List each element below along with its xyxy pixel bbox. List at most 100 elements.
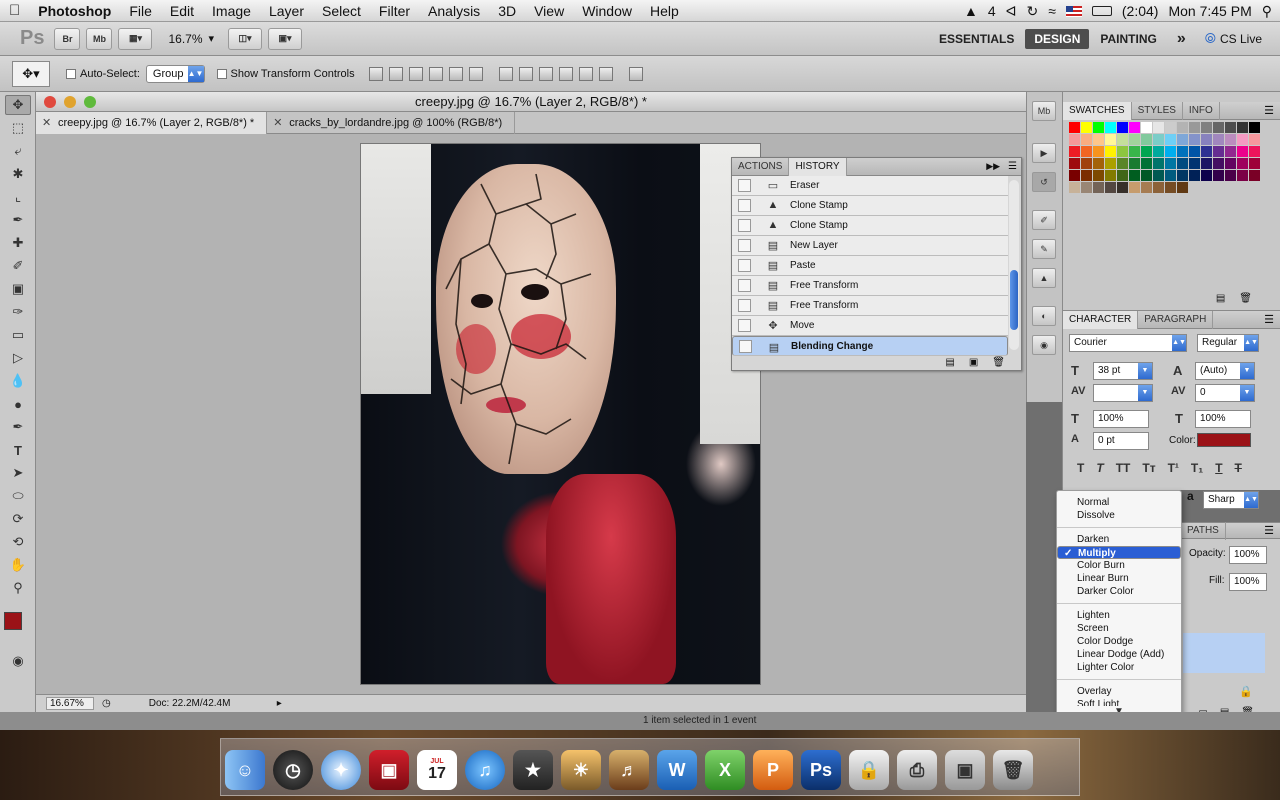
blend-lighter-color[interactable]: Lighter Color bbox=[1057, 661, 1181, 674]
color-swatch[interactable] bbox=[1165, 170, 1176, 181]
color-swatch[interactable] bbox=[1249, 170, 1260, 181]
menu-view[interactable]: View bbox=[525, 0, 573, 22]
close-tab-icon[interactable]: ✕ bbox=[273, 112, 282, 134]
history-scrollbar[interactable] bbox=[1009, 180, 1019, 350]
distribute-left-icon[interactable] bbox=[558, 66, 573, 81]
blend-screen[interactable]: Screen bbox=[1057, 622, 1181, 635]
blend-darker-color[interactable]: Darker Color bbox=[1057, 585, 1181, 598]
color-swatch[interactable] bbox=[1177, 170, 1188, 181]
panel-menu-icon[interactable]: ☰ bbox=[1264, 104, 1274, 117]
subscript-icon[interactable]: T₁ bbox=[1191, 461, 1203, 475]
color-swatch[interactable] bbox=[1141, 146, 1152, 157]
color-swatch[interactable] bbox=[1141, 170, 1152, 181]
color-swatch[interactable] bbox=[1141, 122, 1152, 133]
pen-tool-icon[interactable]: ✒ bbox=[5, 417, 31, 437]
tab-cracks[interactable]: ✕ cracks_by_lordandre.jpg @ 100% (RGB/8*) bbox=[267, 111, 516, 134]
menu-edit[interactable]: Edit bbox=[161, 0, 203, 22]
small-caps-icon[interactable]: Tт bbox=[1142, 461, 1155, 475]
flag-icon[interactable] bbox=[1065, 5, 1082, 17]
faux-bold-icon[interactable]: T bbox=[1077, 461, 1084, 475]
color-swatch[interactable] bbox=[1081, 122, 1092, 133]
color-swatch[interactable] bbox=[1165, 122, 1176, 133]
collapse-panel-icon[interactable]: ▶▶ bbox=[986, 161, 1000, 172]
color-swatch[interactable] bbox=[1177, 134, 1188, 145]
workspace-painting[interactable]: PAINTING bbox=[1091, 29, 1165, 49]
superscript-icon[interactable]: T¹ bbox=[1168, 461, 1179, 475]
underline-icon[interactable]: T bbox=[1215, 461, 1222, 475]
trash-icon[interactable]: 🗑 bbox=[993, 750, 1033, 790]
menubar-clock[interactable]: Mon 7:45 PM bbox=[1168, 0, 1251, 22]
move-tool-icon[interactable]: ✥ bbox=[5, 95, 31, 115]
kerning-field[interactable]: ▼ bbox=[1093, 384, 1153, 402]
faux-italic-icon[interactable]: T bbox=[1096, 461, 1103, 475]
history-row[interactable]: ▤ New Layer bbox=[732, 236, 1008, 256]
color-swatch[interactable] bbox=[1081, 158, 1092, 169]
color-swatch[interactable] bbox=[1177, 122, 1188, 133]
finder-icon[interactable]: ☺ bbox=[225, 750, 265, 790]
color-swatch[interactable] bbox=[1153, 122, 1164, 133]
color-swatch[interactable] bbox=[1165, 182, 1176, 193]
distribute-vcenter-icon[interactable] bbox=[518, 66, 533, 81]
battery-icon[interactable] bbox=[1091, 6, 1112, 16]
workspace-essentials[interactable]: ESSENTIALS bbox=[930, 29, 1023, 49]
history-row[interactable]: ▤ Paste bbox=[732, 256, 1008, 276]
menu-help[interactable]: Help bbox=[641, 0, 688, 22]
color-swatch[interactable] bbox=[1165, 134, 1176, 145]
blend-lighten[interactable]: Lighten bbox=[1057, 609, 1181, 622]
tracking-field[interactable]: 0 ▼ bbox=[1195, 384, 1255, 402]
printer-icon[interactable]: ⎙ bbox=[897, 750, 937, 790]
blend-darken[interactable]: Darken bbox=[1057, 533, 1181, 546]
color-swatch[interactable] bbox=[1117, 134, 1128, 145]
blur-tool-icon[interactable]: 💧 bbox=[5, 371, 31, 391]
color-swatch[interactable] bbox=[1069, 182, 1080, 193]
history-row[interactable]: ▲ Clone Stamp bbox=[732, 196, 1008, 216]
brush-panel-icon[interactable]: ✎ bbox=[1032, 239, 1056, 259]
color-swatch[interactable] bbox=[1153, 158, 1164, 169]
adobe-status-icon[interactable]: ▲ bbox=[964, 0, 978, 22]
history-row[interactable]: ▭ Eraser bbox=[732, 176, 1008, 196]
color-swatch[interactable] bbox=[1153, 170, 1164, 181]
status-menu-arrow-icon[interactable]: ▸ bbox=[277, 698, 282, 709]
mini-bridge-button[interactable]: Mb bbox=[86, 27, 113, 50]
auto-select-dropdown[interactable]: Group ▲▼ bbox=[145, 64, 205, 83]
panel-menu-icon[interactable]: ☰ bbox=[1008, 161, 1017, 172]
distribute-top-icon[interactable] bbox=[498, 66, 513, 81]
history-row[interactable]: ▤ Free Transform bbox=[732, 296, 1008, 316]
snapshot-source-checkbox[interactable] bbox=[738, 239, 751, 252]
color-swatch[interactable] bbox=[1069, 170, 1080, 181]
color-swatch[interactable] bbox=[1189, 170, 1200, 181]
lock-icon[interactable]: 🔒 bbox=[1239, 685, 1253, 698]
color-swatch[interactable] bbox=[1093, 134, 1104, 145]
status-zoom[interactable]: 16.67% bbox=[46, 697, 94, 710]
color-swatch[interactable] bbox=[1081, 146, 1092, 157]
color-swatch[interactable] bbox=[1105, 122, 1116, 133]
dashboard-icon[interactable]: ◷ bbox=[273, 750, 313, 790]
status-info-icon[interactable]: ◷ bbox=[102, 698, 111, 709]
move-tool-preset-picker[interactable]: ✥▾ bbox=[12, 60, 50, 87]
color-swatch[interactable] bbox=[1105, 158, 1116, 169]
blend-color-burn[interactable]: Color Burn bbox=[1057, 559, 1181, 572]
screen-mode-button[interactable]: ▣▾ bbox=[268, 27, 303, 50]
color-swatch[interactable] bbox=[1213, 122, 1224, 133]
new-document-from-state-icon[interactable]: ▤ bbox=[945, 357, 954, 368]
adjustments-icon[interactable]: ◐ bbox=[1032, 306, 1056, 326]
color-swatch[interactable] bbox=[1105, 170, 1116, 181]
strikethrough-icon[interactable]: T bbox=[1235, 461, 1242, 475]
color-swatch[interactable] bbox=[1249, 134, 1260, 145]
color-swatch[interactable] bbox=[1117, 158, 1128, 169]
zoom-tool-icon[interactable]: ⚲ bbox=[5, 578, 31, 598]
menu-app-photoshop[interactable]: Photoshop bbox=[29, 0, 120, 22]
eraser-tool-icon[interactable]: ▭ bbox=[5, 325, 31, 345]
dodge-tool-icon[interactable]: ● bbox=[5, 394, 31, 414]
color-swatch[interactable] bbox=[1129, 182, 1140, 193]
eyedropper-tool-icon[interactable]: ✒ bbox=[5, 210, 31, 230]
align-top-icon[interactable] bbox=[368, 66, 383, 81]
color-swatch[interactable] bbox=[1129, 158, 1140, 169]
snapshot-source-checkbox[interactable] bbox=[738, 299, 751, 312]
color-swatch[interactable] bbox=[1201, 170, 1212, 181]
blend-linear-burn[interactable]: Linear Burn bbox=[1057, 572, 1181, 585]
color-swatch[interactable] bbox=[1189, 134, 1200, 145]
bluetooth-icon[interactable]: ᐊ bbox=[1006, 0, 1017, 22]
ical-icon[interactable]: JUL 17 bbox=[417, 750, 457, 790]
snapshot-source-checkbox[interactable] bbox=[738, 219, 751, 232]
